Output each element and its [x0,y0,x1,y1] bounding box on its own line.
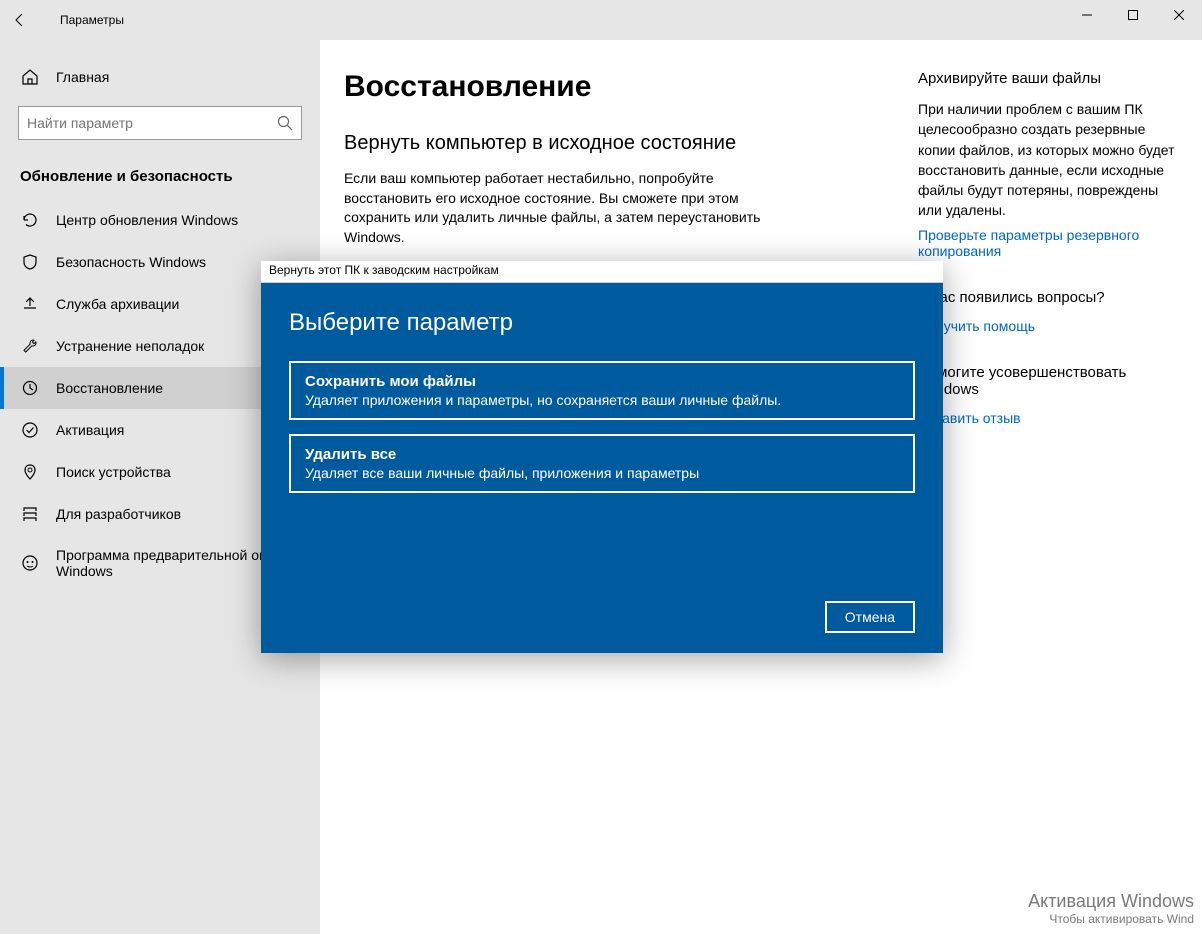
questions-title: У вас появились вопросы? [918,289,1182,306]
backup-text: При наличии проблем с вашим ПК целесообр… [918,99,1182,221]
page-title: Восстановление [344,70,900,104]
dialog-heading: Выберите параметр [289,309,915,337]
cancel-button[interactable]: Отмена [825,601,915,633]
dialog-footer: Отмена [289,601,915,633]
insider-icon [20,554,40,572]
sidebar-item-label: Устранение неполадок [56,338,204,354]
sidebar-item-label: Для разработчиков [56,506,181,522]
search-icon [277,115,293,131]
sidebar-item-windows-update[interactable]: Центр обновления Windows [0,199,320,241]
search-input[interactable] [27,115,277,131]
backup-title: Архивируйте ваши файлы [918,70,1182,87]
refresh-icon [20,211,40,229]
backup-block: Архивируйте ваши файлы При наличии пробл… [918,70,1182,259]
backup-icon [20,295,40,313]
home-label: Главная [56,69,109,85]
home-icon [20,68,40,86]
window-title: Параметры [60,13,124,27]
option-title: Удалить все [305,446,899,463]
option-keep-files[interactable]: Сохранить мои файлы Удаляет приложения и… [289,361,915,420]
backup-link[interactable]: Проверьте параметры резервного копирован… [918,227,1182,259]
dialog-titlebar: Вернуть этот ПК к заводским настройкам [261,261,943,283]
close-button[interactable] [1156,0,1202,30]
option-desc: Удаляет приложения и параметры, но сохра… [305,392,899,408]
sidebar-item-label: Восстановление [56,380,163,396]
developers-icon [20,505,40,523]
check-circle-icon [20,421,40,439]
questions-block: У вас появились вопросы? Получить помощь [918,289,1182,334]
titlebar: Параметры [0,0,1202,40]
shield-icon [20,253,40,271]
search-box[interactable] [18,106,302,140]
category-header: Обновление и безопасность [0,158,320,199]
reset-dialog: Вернуть этот ПК к заводским настройкам В… [261,261,943,653]
reset-section-title: Вернуть компьютер в исходное состояние [344,132,900,155]
sidebar-item-label: Активация [56,422,124,438]
sidebar-item-label: Безопасность Windows [56,254,206,270]
feedback-block: Помогите усовершенствовать Windows Остав… [918,364,1182,426]
right-panel: Архивируйте ваши файлы При наличии пробл… [900,70,1202,934]
help-link[interactable]: Получить помощь [918,318,1182,334]
option-desc: Удаляет все ваши личные файлы, приложени… [305,465,899,481]
back-button[interactable] [0,0,40,40]
feedback-link[interactable]: Оставить отзыв [918,410,1182,426]
home-nav[interactable]: Главная [0,58,320,96]
window-controls [1064,0,1202,30]
option-title: Сохранить мои файлы [305,373,899,390]
sidebar-item-label: Служба архивации [56,296,179,312]
dialog-body: Выберите параметр Сохранить мои файлы Уд… [261,283,943,653]
recovery-icon [20,379,40,397]
feedback-title: Помогите усовершенствовать Windows [918,364,1182,398]
wrench-icon [20,337,40,355]
maximize-button[interactable] [1110,0,1156,30]
reset-section-text: Если ваш компьютер работает нестабильно,… [344,169,794,247]
location-icon [20,463,40,481]
sidebar-item-label: Поиск устройства [56,464,171,480]
sidebar-item-label: Центр обновления Windows [56,212,238,228]
option-remove-all[interactable]: Удалить все Удаляет все ваши личные файл… [289,434,915,493]
minimize-button[interactable] [1064,0,1110,30]
